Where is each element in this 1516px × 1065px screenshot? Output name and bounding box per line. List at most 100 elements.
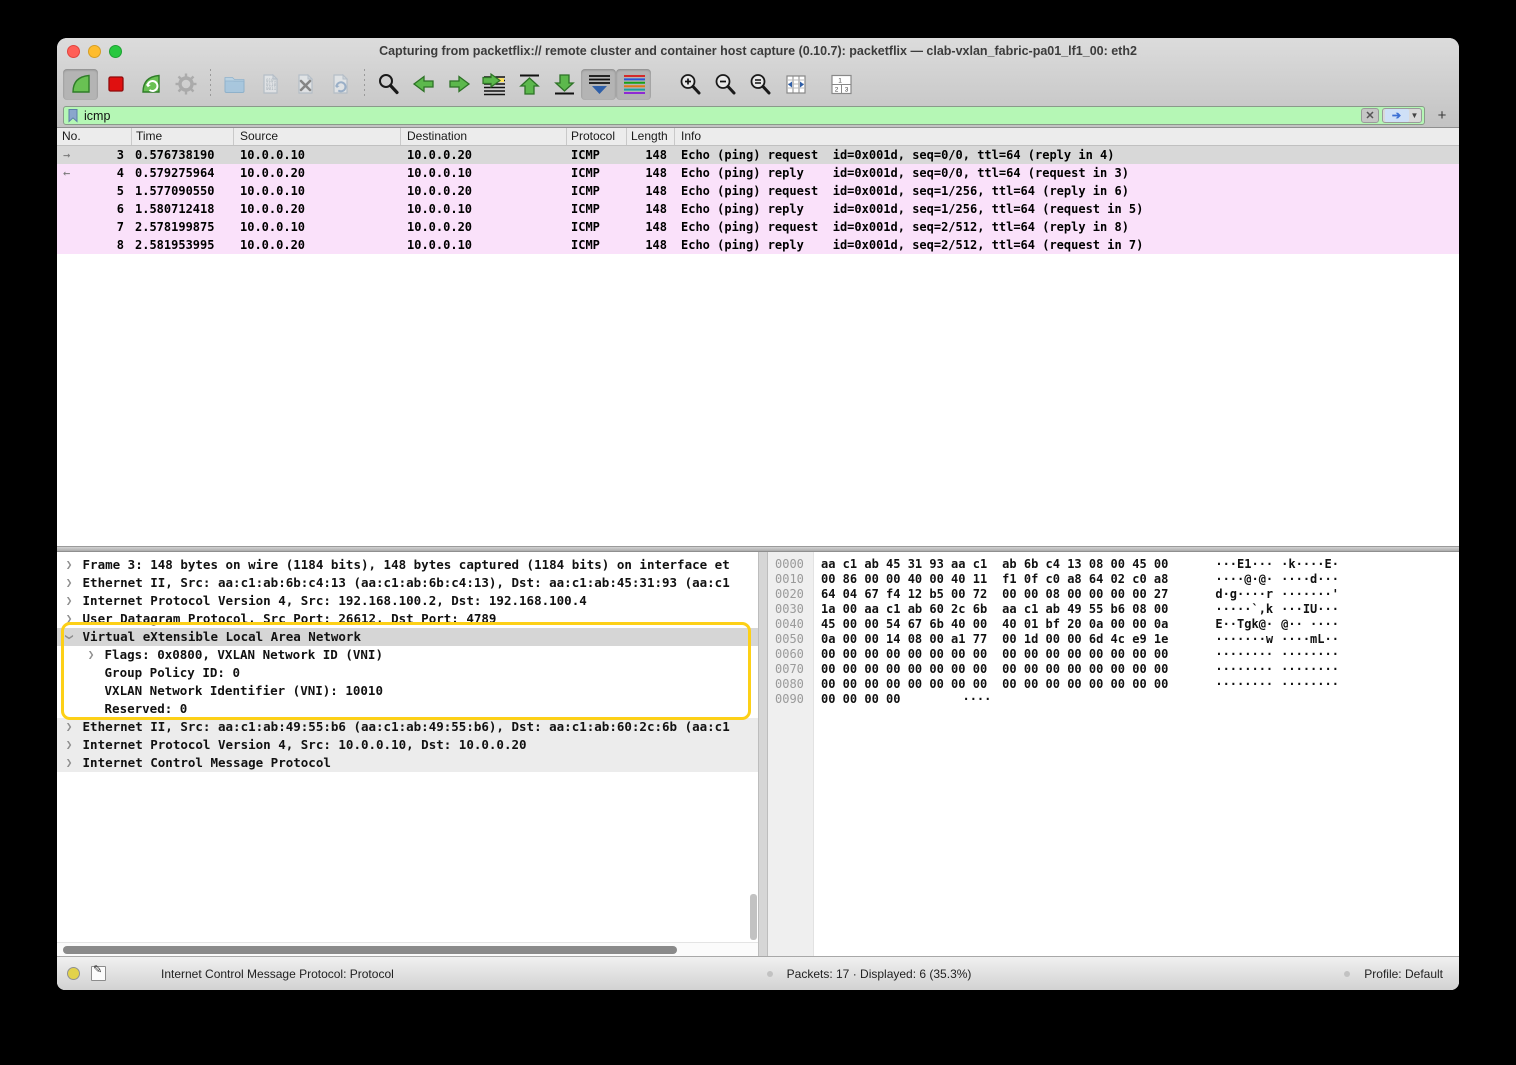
hex-offset: 0020 — [768, 587, 814, 602]
expert-info-icon[interactable] — [67, 967, 80, 980]
hex-row[interactable]: 008000 00 00 00 00 00 00 0000 00 00 00 0… — [768, 677, 1459, 692]
go-forward-button[interactable] — [441, 69, 476, 100]
chevron-right-icon[interactable]: ❯ — [63, 592, 75, 610]
layout-button[interactable]: 1 2 3 — [823, 69, 858, 100]
lower-panes: ❯ Frame 3: 148 bytes on wire (1184 bits)… — [57, 552, 1459, 956]
hex-row[interactable]: 009000 00 00 00···· — [768, 692, 1459, 707]
packet-row[interactable]: 82.58195399510.0.0.2010.0.0.10ICMP148Ech… — [57, 236, 1459, 254]
column-header-info[interactable]: Info — [675, 128, 1459, 145]
column-header-destination[interactable]: Destination — [401, 128, 567, 145]
go-to-top-button[interactable] — [511, 69, 546, 100]
restart-capture-button[interactable] — [133, 69, 168, 100]
zoom-out-button[interactable] — [708, 69, 743, 100]
ascii-left: ········ — [1215, 677, 1273, 692]
go-to-packet-button[interactable] — [476, 69, 511, 100]
hex-row[interactable]: 002064 04 67 f4 12 b5 00 7200 00 08 00 0… — [768, 587, 1459, 602]
hex-row[interactable]: 0000aa c1 ab 45 31 93 aa c1ab 6b c4 13 0… — [768, 557, 1459, 572]
packet-row[interactable]: 72.57819987510.0.0.1010.0.0.20ICMP148Ech… — [57, 218, 1459, 236]
go-back-button[interactable] — [406, 69, 441, 100]
chevron-right-icon[interactable]: ❯ — [63, 718, 75, 736]
start-capture-button[interactable] — [63, 69, 98, 100]
packet-no: 5 — [85, 182, 132, 200]
reload-file-button[interactable] — [322, 69, 357, 100]
chevron-right-icon[interactable]: ❯ — [63, 754, 75, 772]
details-horizontal-scrollbar[interactable] — [57, 942, 758, 956]
auto-scroll-button[interactable] — [581, 69, 616, 100]
detail-tree-row[interactable]: ❯ Flags: 0x0800, VXLAN Network ID (VNI) — [57, 646, 758, 664]
detail-tree-row[interactable]: ❯ Frame 3: 148 bytes on wire (1184 bits)… — [57, 556, 758, 574]
packet-row[interactable]: →30.57673819010.0.0.1010.0.0.20ICMP148Ec… — [57, 146, 1459, 164]
detail-tree-row[interactable]: Reserved: 0 — [57, 700, 758, 718]
column-header-length[interactable]: Length — [627, 128, 675, 145]
detail-row-text: Internet Control Message Protocol — [75, 754, 331, 772]
colorize-button[interactable] — [616, 69, 651, 100]
chevron-down-icon[interactable]: ❯ — [60, 631, 78, 643]
go-to-bottom-button[interactable] — [546, 69, 581, 100]
detail-tree-row[interactable]: Group Policy ID: 0 — [57, 664, 758, 682]
apply-filter-group[interactable]: ➔ ▼ — [1382, 108, 1422, 123]
status-separator-dot — [1344, 971, 1350, 977]
hex-row[interactable]: 007000 00 00 00 00 00 00 0000 00 00 00 0… — [768, 662, 1459, 677]
detail-tree-row[interactable]: VXLAN Network Identifier (VNI): 10010 — [57, 682, 758, 700]
hex-offset: 0030 — [768, 602, 814, 617]
save-file-button[interactable]: 010101100011 — [252, 69, 287, 100]
capture-options-button[interactable] — [168, 69, 203, 100]
detail-tree-row[interactable]: ❯ Ethernet II, Src: aa:c1:ab:49:55:b6 (a… — [57, 718, 758, 736]
stop-capture-icon — [104, 72, 128, 96]
colorize-icon — [621, 72, 647, 97]
hex-row[interactable]: 004045 00 00 54 67 6b 40 0040 01 bf 20 0… — [768, 617, 1459, 632]
detail-tree-row[interactable]: ❯ Ethernet II, Src: aa:c1:ab:6b:c4:13 (a… — [57, 574, 758, 592]
detail-row-text: Internet Protocol Version 4, Src: 10.0.0… — [75, 736, 527, 754]
close-file-button[interactable] — [287, 69, 322, 100]
chevron-right-icon[interactable]: ❯ — [85, 646, 97, 664]
hex-row[interactable]: 001000 86 00 00 40 00 40 11f1 0f c0 a8 6… — [768, 572, 1459, 587]
details-horizontal-scroll-thumb[interactable] — [63, 946, 677, 954]
packet-info: Echo (ping) reply id=0x001d, seq=2/512, … — [675, 236, 1459, 254]
column-header-protocol[interactable]: Protocol — [567, 128, 627, 145]
hex-row[interactable]: 00301a 00 aa c1 ab 60 2c 6baa c1 ab 49 5… — [768, 602, 1459, 617]
detail-tree-row[interactable]: ❯ Internet Protocol Version 4, Src: 192.… — [57, 592, 758, 610]
detail-tree-row[interactable]: ❯ Internet Protocol Version 4, Src: 10.0… — [57, 736, 758, 754]
title-bar[interactable]: Capturing from packetflix:// remote clus… — [57, 38, 1459, 65]
hex-row[interactable]: 006000 00 00 00 00 00 00 0000 00 00 00 0… — [768, 647, 1459, 662]
status-profile[interactable]: Profile: Default — [1364, 967, 1443, 981]
stop-capture-button[interactable] — [98, 69, 133, 100]
hex-bytes-left: 0a 00 00 14 08 00 a1 77 — [821, 632, 987, 647]
hex-offset: 0050 — [768, 632, 814, 647]
packet-destination: 10.0.0.10 — [401, 164, 567, 182]
zoom-reset-button[interactable] — [743, 69, 778, 100]
hex-rows: 0000aa c1 ab 45 31 93 aa c1ab 6b c4 13 0… — [768, 557, 1459, 707]
ascii-right: ········ — [1281, 647, 1339, 662]
capture-comment-icon[interactable]: ✎ — [91, 966, 106, 981]
bookmark-icon[interactable] — [67, 108, 79, 123]
packet-row[interactable]: 51.57709055010.0.0.1010.0.0.20ICMP148Ech… — [57, 182, 1459, 200]
detail-tree-row[interactable]: ❯ User Datagram Protocol, Src Port: 2661… — [57, 610, 758, 628]
filter-text[interactable]: icmp — [79, 109, 1358, 123]
find-packet-button[interactable] — [371, 69, 406, 100]
resize-columns-button[interactable] — [778, 69, 813, 100]
add-filter-button[interactable]: + — [1431, 107, 1453, 124]
open-file-button[interactable] — [217, 69, 252, 100]
chevron-right-icon[interactable]: ❯ — [63, 574, 75, 592]
apply-filter-icon[interactable]: ➔ — [1385, 109, 1409, 122]
detail-tree-row[interactable]: ❯ Internet Control Message Protocol — [57, 754, 758, 772]
packet-no: 7 — [85, 218, 132, 236]
filter-dropdown-caret-icon[interactable]: ▼ — [1409, 111, 1421, 120]
details-vertical-scroll-thumb[interactable] — [750, 894, 757, 940]
packet-row[interactable]: ←40.57927596410.0.0.2010.0.0.10ICMP148Ec… — [57, 164, 1459, 182]
pane-splitter-vertical[interactable] — [758, 552, 768, 956]
column-header-source[interactable]: Source — [234, 128, 401, 145]
packet-row[interactable]: 61.58071241810.0.0.2010.0.0.10ICMP148Ech… — [57, 200, 1459, 218]
display-filter-input[interactable]: icmp ✕ ➔ ▼ — [63, 106, 1425, 125]
chevron-right-icon[interactable]: ❯ — [63, 736, 75, 754]
hex-row[interactable]: 00500a 00 00 14 08 00 a1 7700 1d 00 00 6… — [768, 632, 1459, 647]
chevron-right-icon[interactable]: ❯ — [63, 610, 75, 628]
clear-filter-button[interactable]: ✕ — [1361, 108, 1379, 123]
detail-tree-row[interactable]: ❯ Virtual eXtensible Local Area Network — [57, 628, 758, 646]
packet-direction-arrow-icon: ← — [57, 164, 85, 182]
column-header-time[interactable]: Time — [132, 128, 234, 145]
column-header-no[interactable]: No. — [57, 128, 132, 145]
zoom-in-button[interactable] — [673, 69, 708, 100]
chevron-right-icon[interactable]: ❯ — [63, 556, 75, 574]
hex-bytes-left: 00 86 00 00 40 00 40 11 — [821, 572, 987, 587]
